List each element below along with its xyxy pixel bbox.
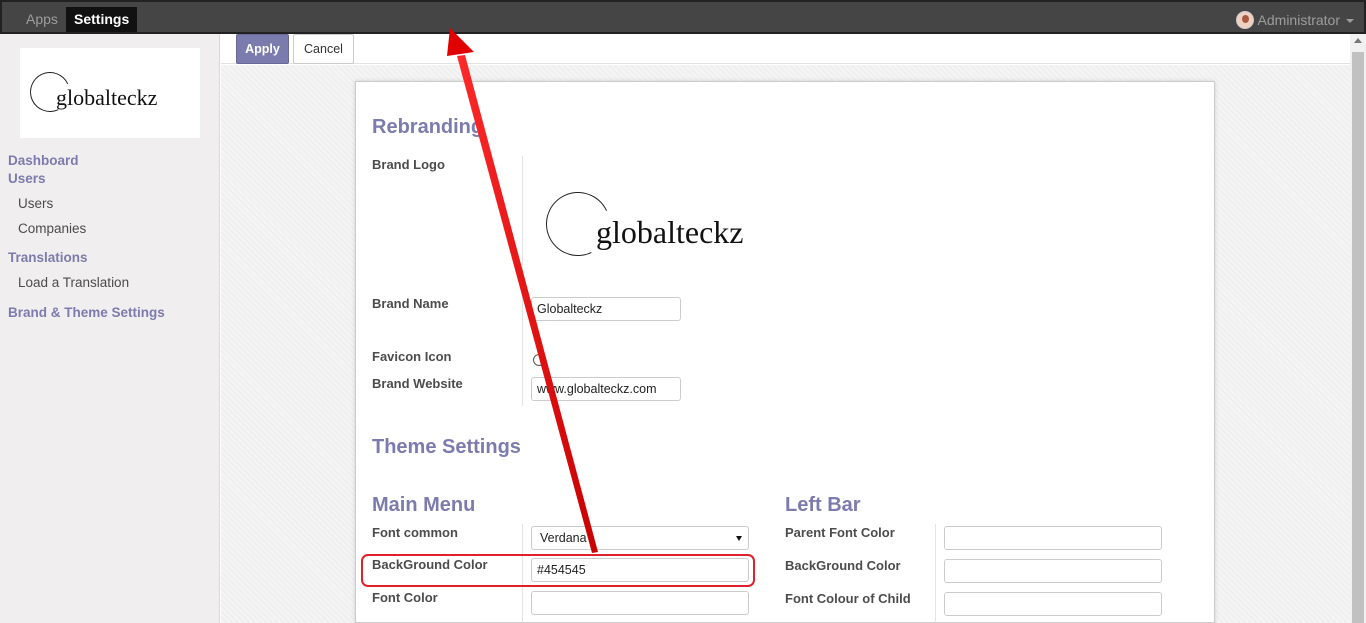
- annotation-arrow-icon: [447, 28, 598, 553]
